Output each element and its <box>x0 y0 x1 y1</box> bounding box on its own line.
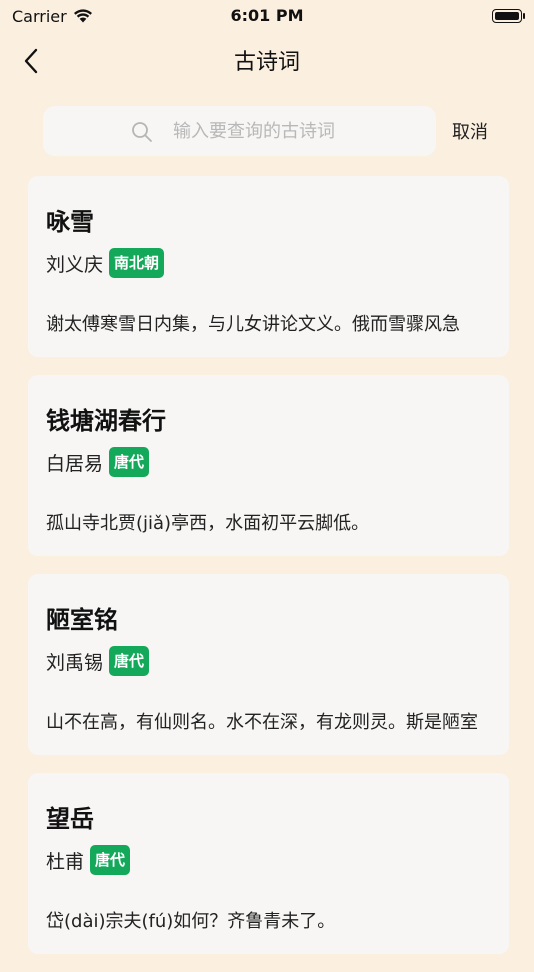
search-row: 取消 <box>0 104 534 158</box>
poem-card[interactable]: 陋室铭 刘禹锡 唐代 山不在高，有仙则名。水不在深，有龙则灵。斯是陋室 <box>28 574 509 755</box>
poem-card[interactable]: 咏雪 刘义庆 南北朝 谢太傅寒雪日内集，与儿女讲论文义。俄而雪骤风急 <box>28 176 509 357</box>
poem-excerpt: 孤山寺北贾(jiǎ)亭西，水面初平云脚低。 <box>46 513 370 534</box>
poem-meta: 刘禹锡 唐代 <box>46 646 150 676</box>
search-icon <box>132 122 152 142</box>
poem-title: 望岳 <box>46 805 94 833</box>
dynasty-badge: 唐代 <box>109 447 150 477</box>
poem-meta: 杜甫 唐代 <box>46 845 131 875</box>
poem-list: 咏雪 刘义庆 南北朝 谢太傅寒雪日内集，与儿女讲论文义。俄而雪骤风急 钱塘湖春行… <box>28 176 509 972</box>
poem-author: 杜甫 <box>46 850 85 873</box>
poem-excerpt: 山不在高，有仙则名。水不在深，有龙则灵。斯是陋室 <box>46 712 478 733</box>
poem-author: 刘禹锡 <box>46 651 104 674</box>
dynasty-badge: 南北朝 <box>109 248 165 278</box>
status-bar: Carrier 6:01 PM <box>0 0 534 32</box>
poem-card[interactable]: 望岳 杜甫 唐代 岱(dài)宗夫(fú)如何？齐鲁青未了。 <box>28 773 509 954</box>
poem-meta: 刘义庆 南北朝 <box>46 248 165 278</box>
poem-title: 陋室铭 <box>46 606 118 634</box>
search-box[interactable] <box>43 106 436 156</box>
status-time: 6:01 PM <box>230 6 304 25</box>
page-title: 古诗词 <box>233 50 300 75</box>
poem-title: 钱塘湖春行 <box>46 407 166 435</box>
dynasty-badge: 唐代 <box>90 845 131 875</box>
cancel-button[interactable]: 取消 <box>452 118 488 144</box>
nav-bar: 古诗词 <box>0 32 534 90</box>
poem-author: 刘义庆 <box>46 253 104 276</box>
poem-excerpt: 岱(dài)宗夫(fú)如何？齐鲁青未了。 <box>46 911 336 932</box>
dynasty-badge: 唐代 <box>109 646 150 676</box>
poem-card[interactable]: 钱塘湖春行 白居易 唐代 孤山寺北贾(jiǎ)亭西，水面初平云脚低。 <box>28 375 509 556</box>
search-input[interactable] <box>171 119 435 143</box>
poem-excerpt: 谢太傅寒雪日内集，与儿女讲论文义。俄而雪骤风急 <box>46 314 460 335</box>
poem-author: 白居易 <box>46 452 104 475</box>
battery-icon <box>492 9 525 23</box>
poem-title: 咏雪 <box>46 208 94 236</box>
poem-meta: 白居易 唐代 <box>46 447 150 477</box>
